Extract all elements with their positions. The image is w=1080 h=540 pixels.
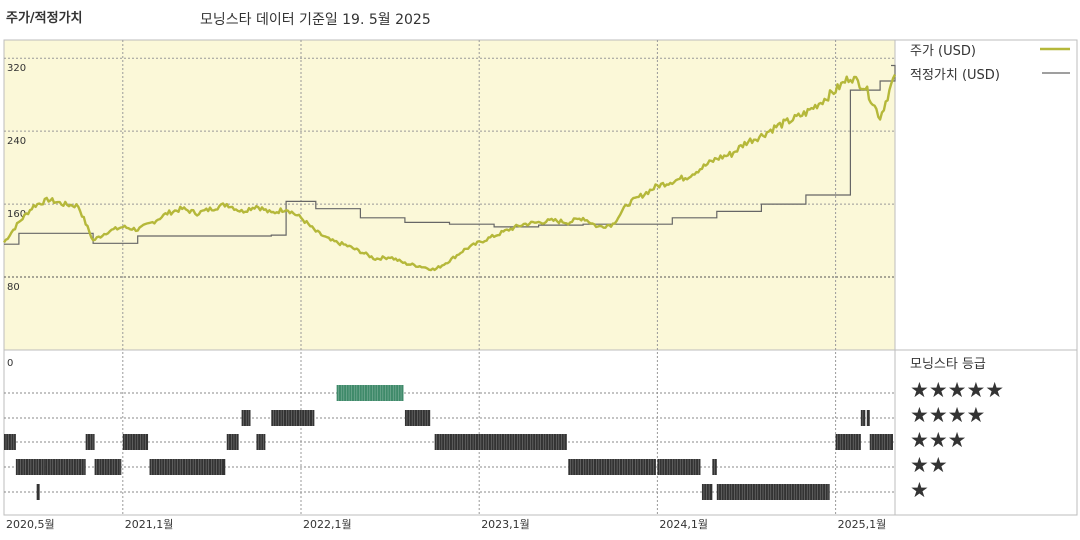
rating-segment-fill [271,410,315,426]
rating-segment [226,434,239,450]
x-tick-label: 2025,1월 [838,518,887,531]
rating-segment-fill [657,459,701,475]
rating-level-4-label: ★★★★ [910,403,985,427]
rating-segment [122,434,149,450]
rating-legend-title: 모닝스타 등급 [910,357,986,372]
rating-segment [835,434,861,450]
legend-price-label: 주가 (USD) [910,44,976,59]
rating-segment [866,410,870,426]
x-tick-label: 2024,1월 [659,518,708,531]
rating-segment [869,434,893,450]
rating-segment [4,434,16,450]
rating-level-2-label: ★★ [910,453,948,477]
rating-segment-fill [701,484,713,500]
rating-level-5-label: ★★★★★ [910,378,1004,402]
rating-segment [701,484,713,500]
legend-fair-value-label: 적정가치 (USD) [910,68,1000,83]
rating-segment [568,459,656,475]
rating-segment [434,434,567,450]
rating-segment [85,434,95,450]
rating-level-3-label: ★★★ [910,428,966,452]
stock-chart: 주가/적정가치 모닝스타 데이터 기준일 19. 5월 2025 0801602… [3,10,1078,531]
price-y-tick-label: 240 [7,136,26,147]
price-plot-area [3,39,896,351]
rating-segment-fill [869,434,893,450]
rating-segment [271,410,315,426]
rating-segment [256,434,266,450]
rating-segment [657,459,701,475]
price-legend-box [894,39,1078,351]
price-y-tick-label: 320 [7,63,26,74]
rating-segment [36,484,40,500]
rating-segment [404,410,431,426]
x-tick-label: 2023,1월 [481,518,530,531]
rating-segment-fill [434,434,567,450]
rating-segment [94,459,122,475]
x-tick-label: 2021,1월 [125,518,174,531]
rating-segment [241,410,251,426]
rating-segment [15,459,46,475]
x-tick-label: 2020,5월 [6,518,55,531]
rating-segment-fill [866,410,870,426]
x-tick-label: 2022,1월 [303,518,352,531]
price-y-tick-label: 0 [7,358,13,369]
rating-segment [712,459,717,475]
rating-segment-fill [36,484,40,500]
rating-segment [336,385,404,401]
rating-level-1-label: ★ [910,478,929,502]
rating-segment [149,459,226,475]
rating-segment [45,459,86,475]
rating-segment [716,484,830,500]
price-y-tick-label: 80 [7,282,20,293]
x-tick-labels: 2020,5월 2021,1월 2022,1월 2023,1월 2024,1월 2025,… [6,518,886,531]
chart-left-title: 주가/적정가치 [6,10,83,26]
rating-segment [860,410,866,426]
chart-subtitle: 모닝스타 데이터 기준일 19. 5월 2025 [200,12,431,28]
